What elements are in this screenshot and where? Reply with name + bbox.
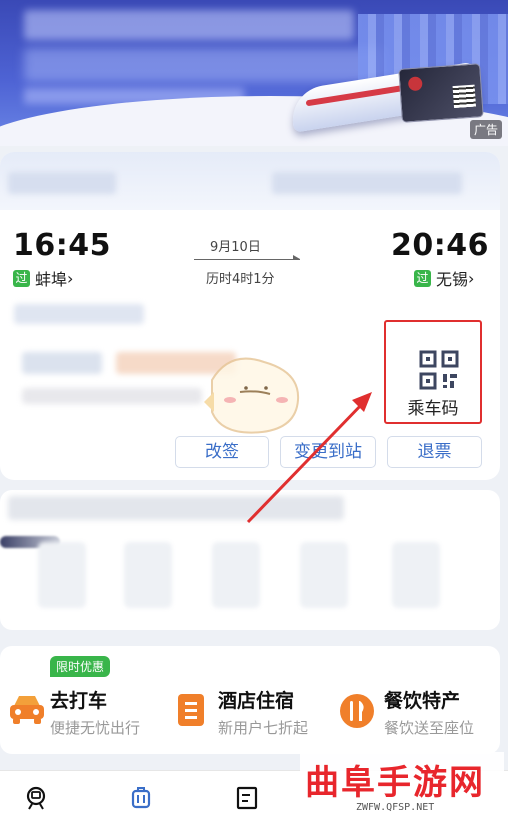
arrive-station[interactable]: 过 无锡 ›	[414, 266, 474, 290]
depart-time: 16:45	[13, 228, 111, 263]
train-home-icon[interactable]	[24, 786, 48, 810]
trip-duration: 历时4时1分	[206, 272, 275, 287]
trip-card-header	[0, 152, 500, 210]
hotel-icon	[178, 694, 204, 726]
bank-card-image	[398, 63, 484, 123]
blurred-text	[22, 352, 102, 374]
list-icon[interactable]	[235, 786, 259, 810]
luggage-icon[interactable]	[129, 786, 153, 810]
product-tile[interactable]	[38, 542, 86, 608]
product-tile[interactable]	[124, 542, 172, 608]
blurred-text	[116, 352, 236, 374]
qr-code-icon	[419, 350, 459, 390]
arrow-right-icon	[194, 255, 300, 260]
dining-subtitle: 餐饮送至座位	[384, 719, 475, 737]
pass-badge: 过	[13, 269, 30, 287]
taxi-service[interactable]: 去打车 便捷无忧出行	[50, 686, 140, 738]
chevron-right-icon: ›	[67, 268, 74, 288]
blurred-text	[272, 172, 462, 194]
promo-badge: 限时优惠	[50, 656, 111, 677]
ad-label: 广告	[469, 120, 502, 139]
change-ticket-button[interactable]: 改签	[175, 436, 269, 468]
watermark-text: 曲阜手游网	[305, 763, 485, 803]
ad-banner[interactable]	[0, 0, 508, 146]
depart-station[interactable]: 过 蚌埠 ›	[13, 266, 73, 290]
pass-badge: 过	[414, 269, 431, 287]
trip-date: 9月10日	[210, 240, 261, 255]
hotel-service[interactable]: 酒店住宿 新用户七折起	[218, 686, 308, 738]
dining-title: 餐饮特产	[384, 690, 461, 712]
product-tile[interactable]	[300, 542, 348, 608]
blurred-text	[22, 388, 202, 404]
blurred-text	[8, 172, 116, 194]
chevron-right-icon: ›	[468, 268, 475, 288]
arrive-time: 20:46	[391, 228, 489, 263]
taxi-title: 去打车	[50, 690, 108, 712]
dining-service[interactable]: 餐饮特产 餐饮送至座位	[384, 686, 474, 738]
hotel-title: 酒店住宿	[218, 690, 295, 712]
ride-code-label: 乘车码	[407, 399, 459, 419]
food-strip[interactable]	[0, 490, 500, 630]
change-destination-button[interactable]: 变更到站	[280, 436, 376, 468]
banner-blurred-text	[24, 10, 354, 40]
blurred-text	[14, 304, 144, 324]
watermark-url: ZWFW.QFSP.NET	[356, 802, 435, 813]
refund-button[interactable]: 退票	[387, 436, 482, 468]
depart-station-name: 蚌埠	[35, 270, 68, 289]
car-icon	[10, 696, 44, 724]
trip-card[interactable]: 16:45 过 蚌埠 › 9月10日 历时4时1分 20:46 过 无锡 › 乘…	[0, 152, 500, 480]
ride-code-button[interactable]: 乘车码	[384, 320, 482, 424]
product-tile[interactable]	[392, 542, 440, 608]
product-tile[interactable]	[212, 542, 260, 608]
taxi-subtitle: 便捷无忧出行	[50, 719, 141, 737]
dining-icon	[340, 694, 374, 728]
hotel-subtitle: 新用户七折起	[218, 719, 309, 737]
arrive-station-name: 无锡	[436, 270, 469, 289]
blurred-text	[8, 496, 344, 520]
banner-blurred-text	[24, 48, 384, 82]
